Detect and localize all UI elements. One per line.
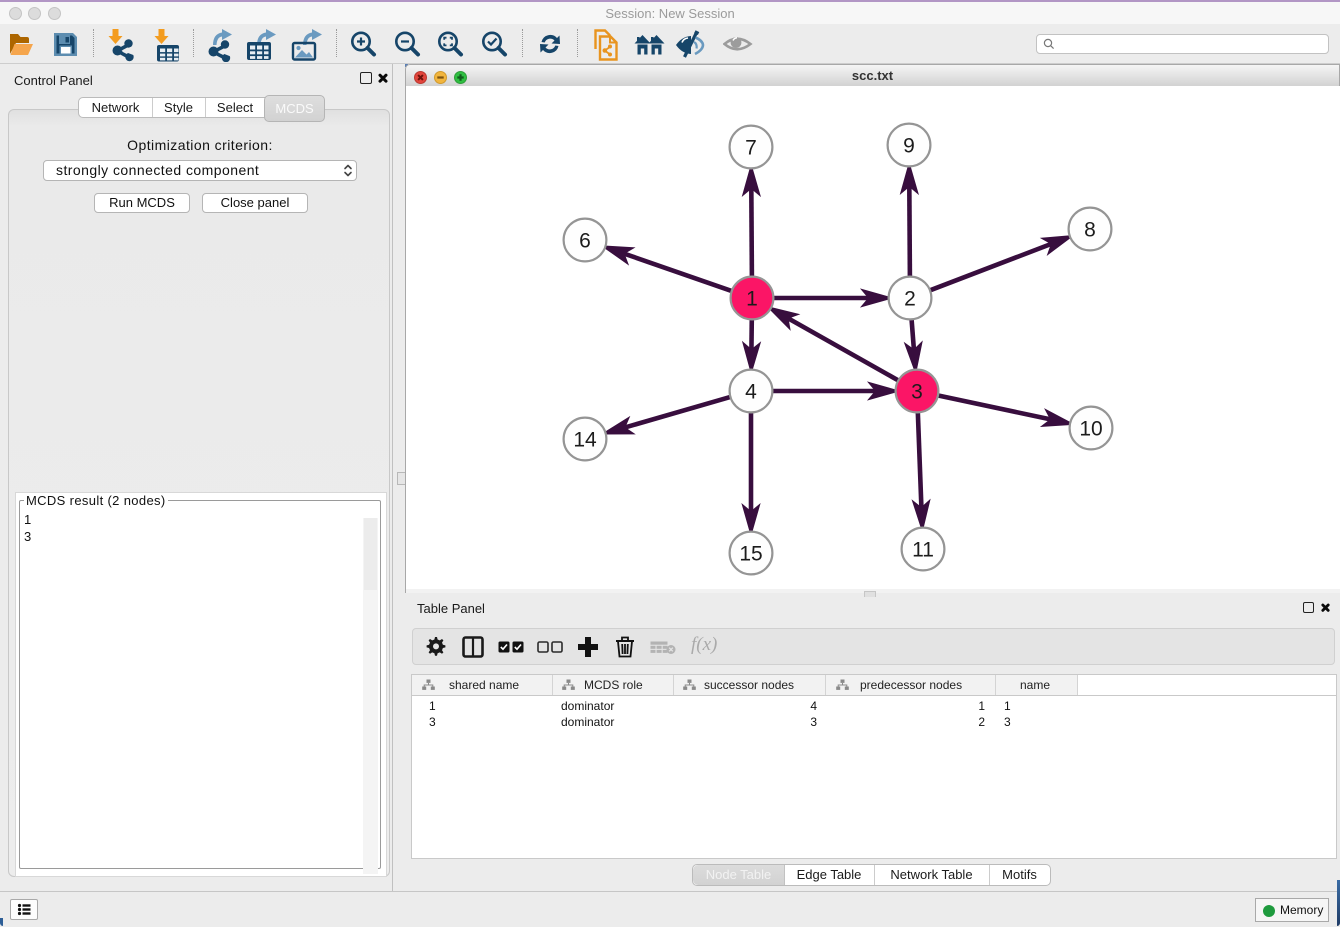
svg-text:3: 3: [911, 381, 923, 404]
svg-text:11: 11: [912, 539, 934, 562]
svg-text:14: 14: [573, 429, 597, 452]
svg-text:10: 10: [1079, 418, 1102, 441]
svg-text:7: 7: [745, 137, 757, 160]
svg-text:8: 8: [1084, 219, 1096, 242]
svg-text:2: 2: [904, 288, 916, 311]
svg-text:6: 6: [579, 230, 591, 253]
svg-text:15: 15: [739, 543, 762, 566]
svg-text:4: 4: [745, 381, 757, 404]
svg-text:9: 9: [903, 135, 915, 158]
svg-text:1: 1: [746, 288, 758, 311]
